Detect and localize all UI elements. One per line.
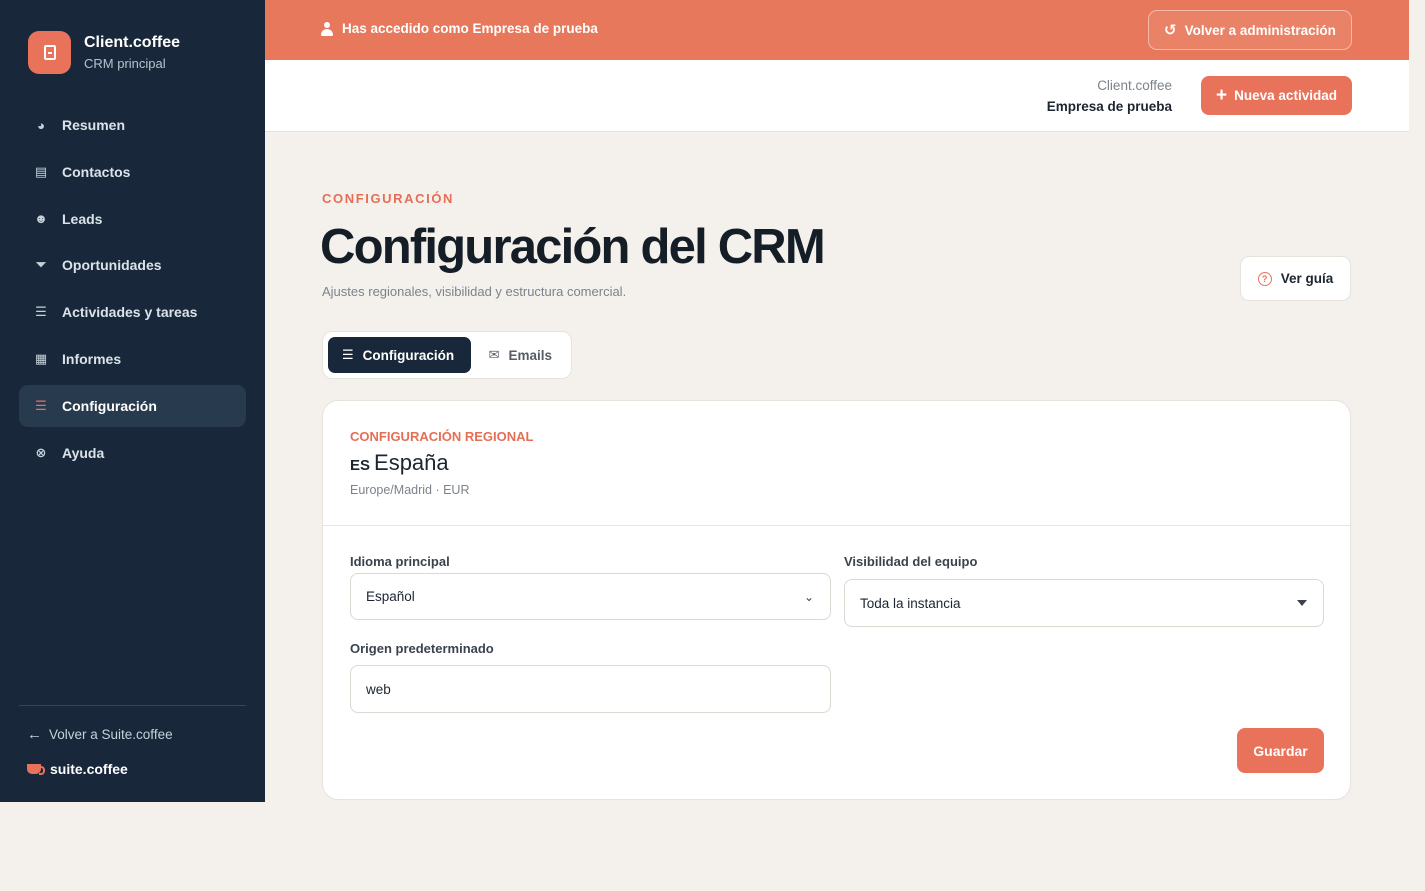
visibility-label: Visibilidad del equipo [844, 554, 978, 569]
back-to-suite-link[interactable]: ← Volver a Suite.coffee [27, 726, 173, 743]
sidebar-item-actividades[interactable]: ☰ Actividades y tareas [19, 291, 246, 333]
sidebar-item-label: Oportunidades [62, 257, 162, 274]
sidebar-item-label: Contactos [62, 163, 131, 180]
visibility-select[interactable]: Toda la instancia [844, 579, 1324, 627]
bar-chart-icon: ▦ [34, 350, 48, 366]
sidebar-item-ayuda[interactable]: ⊗ Ayuda [19, 432, 246, 474]
country-code: ES [350, 457, 371, 474]
sidebar-item-label: Configuración [62, 397, 157, 414]
topbar: Client.coffee Empresa de prueba + Nueva … [265, 60, 1409, 132]
language-label: Idioma principal [350, 554, 450, 569]
pie-chart-icon: ◕ [37, 117, 45, 133]
region-meta: Europe/Madrid · EUR [350, 483, 470, 497]
region-name: ES España [350, 450, 449, 476]
sidebar-item-label: Leads [62, 210, 103, 227]
sidebar-item-label: Resumen [62, 117, 126, 133]
sliders-icon: ☰ [342, 347, 354, 362]
funnel-icon: ⏷ [35, 257, 47, 273]
tenant-info: Client.coffee Empresa de prueba [1047, 77, 1172, 116]
brand-subtitle: CRM principal [84, 56, 166, 71]
page-subtitle: Ajustes regionales, visibilidad y estruc… [322, 284, 627, 299]
country-name: España [374, 450, 449, 475]
suite-brand-label: suite.coffee [50, 761, 128, 777]
page-eyebrow: CONFIGURACIÓN [322, 191, 455, 206]
brand-name: Client.coffee [84, 34, 181, 51]
banner-message-text: Has accedido como Empresa de prueba [342, 21, 598, 36]
tenant-name: Empresa de prueba [1046, 99, 1172, 114]
tab-label: Emails [508, 347, 552, 363]
brand[interactable]: Client.coffee CRM principal [28, 31, 180, 74]
sidebar-divider [19, 705, 246, 706]
sidebar-item-contactos[interactable]: ▤ Contactos [19, 151, 246, 193]
coffee-cup-icon [27, 764, 45, 775]
language-select[interactable]: Español ⌄ [350, 573, 831, 620]
sidebar-item-label: Actividades y tareas [62, 304, 198, 321]
sliders-icon: ☰ [35, 397, 47, 413]
chevron-down-icon: ⌄ [803, 589, 814, 604]
sidebar-item-label: Informes [62, 350, 122, 367]
undo-icon: ↺ [1164, 22, 1177, 39]
brand-logo-icon [28, 31, 71, 74]
app-window: Client.coffee CRM principal ◕ Resumen ▤ … [0, 0, 1409, 802]
page-title: Configuración del CRM [320, 220, 826, 274]
language-value: Español [366, 589, 415, 604]
sidebar-item-leads[interactable]: ☻ Leads [19, 198, 246, 240]
envelope-icon: ✉ [488, 347, 500, 362]
save-button[interactable]: Guardar [1237, 728, 1324, 773]
back-to-suite-label: Volver a Suite.coffee [49, 727, 173, 742]
tab-emails[interactable]: ✉ Emails [475, 337, 566, 373]
lifebuoy-icon: ⊗ [35, 444, 47, 460]
sidebar-nav: ◕ Resumen ▤ Contactos ☻ Leads ⏷ Oportuni… [19, 104, 246, 478]
user-icon [321, 21, 333, 36]
contact-card-icon: ▤ [34, 163, 48, 179]
new-activity-label: Nueva actividad [1234, 88, 1337, 103]
help-circle-icon: ? [1257, 271, 1272, 286]
new-activity-button[interactable]: + Nueva actividad [1201, 76, 1352, 115]
back-to-admin-label: Volver a administración [1184, 22, 1336, 38]
regional-header: CONFIGURACIÓN REGIONAL ES España Europe/M… [323, 401, 1350, 526]
origin-input[interactable]: web [350, 665, 831, 713]
plus-icon: + [1216, 85, 1228, 106]
sidebar-item-configuracion[interactable]: ☰ Configuración [19, 384, 246, 427]
user-plus-icon: ☻ [34, 211, 48, 227]
regional-section-label: CONFIGURACIÓN REGIONAL [350, 429, 534, 444]
sidebar-item-informes[interactable]: ▦ Informes [19, 338, 246, 380]
tab-label: Configuración [362, 347, 455, 363]
back-to-admin-button[interactable]: ↺ Volver a administración [1148, 10, 1352, 50]
sidebar: Client.coffee CRM principal ◕ Resumen ▤ … [0, 0, 265, 802]
tab-bar: ☰ Configuración ✉ Emails [322, 331, 572, 379]
origin-label: Origen predeterminado [350, 641, 494, 656]
checklist-icon: ☰ [35, 304, 47, 320]
arrow-left-icon: ← [27, 726, 42, 743]
tenant-app: Client.coffee [1097, 78, 1172, 93]
sidebar-item-label: Ayuda [62, 444, 105, 461]
settings-card: CONFIGURACIÓN REGIONAL ES España Europe/M… [322, 400, 1351, 800]
guide-label: Ver guía [1280, 271, 1334, 286]
tab-configuracion[interactable]: ☰ Configuración [328, 337, 471, 373]
caret-down-icon [1297, 600, 1307, 606]
guide-button[interactable]: ? Ver guía [1240, 256, 1351, 301]
impersonation-banner: Has accedido como Empresa de prueba ↺ Vo… [265, 0, 1409, 60]
origin-value: web [366, 681, 391, 697]
visibility-value: Toda la instancia [860, 595, 961, 611]
banner-message: Has accedido como Empresa de prueba [321, 21, 598, 36]
suite-brand[interactable]: suite.coffee [27, 761, 128, 777]
sidebar-item-resumen[interactable]: ◕ Resumen [19, 104, 246, 146]
sidebar-item-oportunidades[interactable]: ⏷ Oportunidades [19, 244, 246, 286]
